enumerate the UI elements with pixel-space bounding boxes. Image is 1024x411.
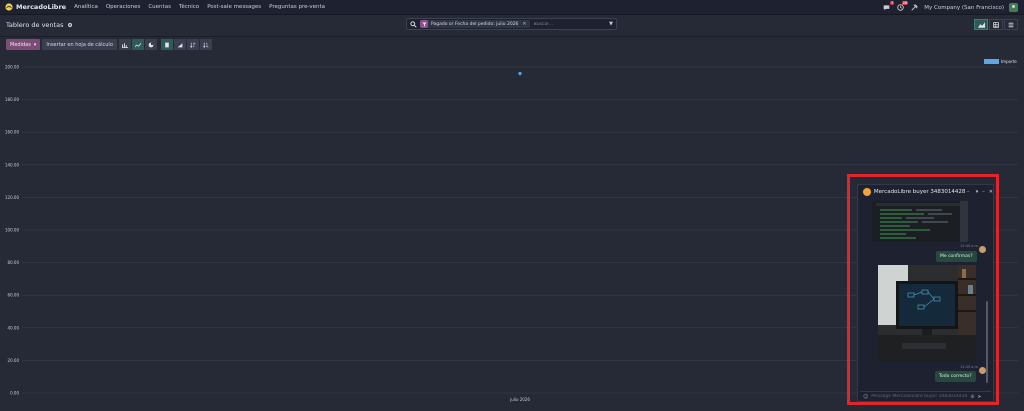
chart-legend[interactable]: Importe xyxy=(984,59,1017,64)
caret-down-icon: ▾ xyxy=(33,41,37,48)
pie-chart-icon xyxy=(148,42,154,47)
clock-icon xyxy=(897,4,904,11)
y-tick-label: 120.00 xyxy=(5,195,19,200)
menu-analitica[interactable]: Analítica xyxy=(74,4,98,10)
y-tick-label: 180.00 xyxy=(5,97,19,102)
stacked-icon xyxy=(165,42,169,47)
cumulative-icon xyxy=(177,42,183,47)
y-tick-label: 140.00 xyxy=(5,162,19,167)
menu-cuentas[interactable]: Cuentas xyxy=(148,4,171,10)
measures-label: Medidas xyxy=(10,41,31,48)
graph-toolbar: Medidas ▾ Insertar en hoja de cálculo xyxy=(6,39,212,50)
menu-preguntas-pre-venta[interactable]: Preguntas pre-venta xyxy=(269,4,325,10)
debug-tools-button[interactable] xyxy=(910,4,918,12)
user-avatar[interactable] xyxy=(1009,3,1018,12)
stacked-button[interactable] xyxy=(160,39,173,50)
line-chart-button[interactable] xyxy=(131,39,144,50)
page-title: Tablero de ventas xyxy=(6,21,73,29)
menu-post-sale-messages[interactable]: Post-sale messages xyxy=(207,4,261,10)
line-chart-icon xyxy=(134,42,141,47)
bar-chart-icon xyxy=(121,42,128,48)
tools-icon xyxy=(911,4,918,11)
pie-chart-button[interactable] xyxy=(144,39,157,50)
sort-descending-button[interactable] xyxy=(186,39,199,50)
top-navbar: MercadoLibre Analítica Operaciones Cuent… xyxy=(0,0,1024,15)
bar-chart-button[interactable] xyxy=(118,39,131,50)
y-tick-label: 60.00 xyxy=(8,293,20,298)
sort-descending-icon xyxy=(189,42,196,48)
gear-icon[interactable] xyxy=(67,22,73,28)
company-switcher[interactable]: My Company (San Francisco) xyxy=(924,5,1004,11)
close-icon[interactable]: ✕ xyxy=(522,21,526,27)
activity-badge: 28 xyxy=(901,0,909,5)
brand[interactable]: MercadoLibre xyxy=(5,3,74,11)
menu-tecnico[interactable]: Técnico xyxy=(179,4,199,10)
search-bar[interactable]: Pagado or Fecha del pedido: julio 2026 ✕… xyxy=(406,18,617,30)
area-chart-icon xyxy=(977,21,985,28)
pivot-view-button[interactable] xyxy=(989,19,1003,30)
y-tick-label: 100.00 xyxy=(5,228,19,233)
control-panel: Tablero de ventas Pagado or Fecha del pe… xyxy=(0,15,1024,37)
view-switcher xyxy=(973,19,1018,30)
measures-dropdown[interactable]: Medidas ▾ xyxy=(6,39,41,50)
sort-ascending-icon xyxy=(202,42,209,48)
graph-view-button[interactable] xyxy=(974,19,988,30)
sort-ascending-button[interactable] xyxy=(199,39,212,50)
list-view-button[interactable] xyxy=(1004,19,1018,30)
cumulative-button[interactable] xyxy=(173,39,186,50)
y-tick-label: 160.00 xyxy=(5,130,19,135)
menu-operaciones[interactable]: Operaciones xyxy=(106,4,141,10)
y-tick-label: 20.00 xyxy=(8,358,20,363)
search-input[interactable] xyxy=(533,21,614,27)
x-tick-label: julio 2026 xyxy=(509,397,530,402)
messages-button[interactable]: 7 xyxy=(882,0,895,12)
insert-spreadsheet-button[interactable]: Insertar en hoja de cálculo xyxy=(42,39,117,50)
y-tick-label: 200.00 xyxy=(5,65,19,70)
filter-facet-text: Pagado or Fecha del pedido: julio 2026 xyxy=(431,21,519,27)
highlight-box xyxy=(847,174,999,405)
messages-badge: 7 xyxy=(890,0,895,5)
search-icon[interactable] xyxy=(410,20,417,28)
legend-label: Importe xyxy=(1001,59,1017,64)
mercadolibre-logo-icon xyxy=(5,3,13,11)
chat-bubble-icon xyxy=(883,5,890,11)
user-icon xyxy=(1011,5,1016,11)
y-tick-label: 0.00 xyxy=(10,391,19,396)
filter-facet[interactable]: Pagado or Fecha del pedido: julio 2026 ✕ xyxy=(420,20,530,28)
brand-name: MercadoLibre xyxy=(16,3,67,11)
data-point[interactable] xyxy=(518,71,522,76)
y-tick-label: 40.00 xyxy=(8,325,20,330)
legend-swatch xyxy=(984,59,999,64)
y-tick-label: 80.00 xyxy=(8,260,20,265)
navbar-systray: 7 28 My Company (San Francisco) xyxy=(876,0,1018,15)
table-icon xyxy=(993,21,999,28)
list-icon xyxy=(1008,22,1014,27)
filter-icon xyxy=(420,20,428,28)
page-title-text: Tablero de ventas xyxy=(6,21,64,29)
chevron-down-icon[interactable]: ▼ xyxy=(609,21,613,27)
activity-button[interactable]: 28 xyxy=(896,0,909,12)
